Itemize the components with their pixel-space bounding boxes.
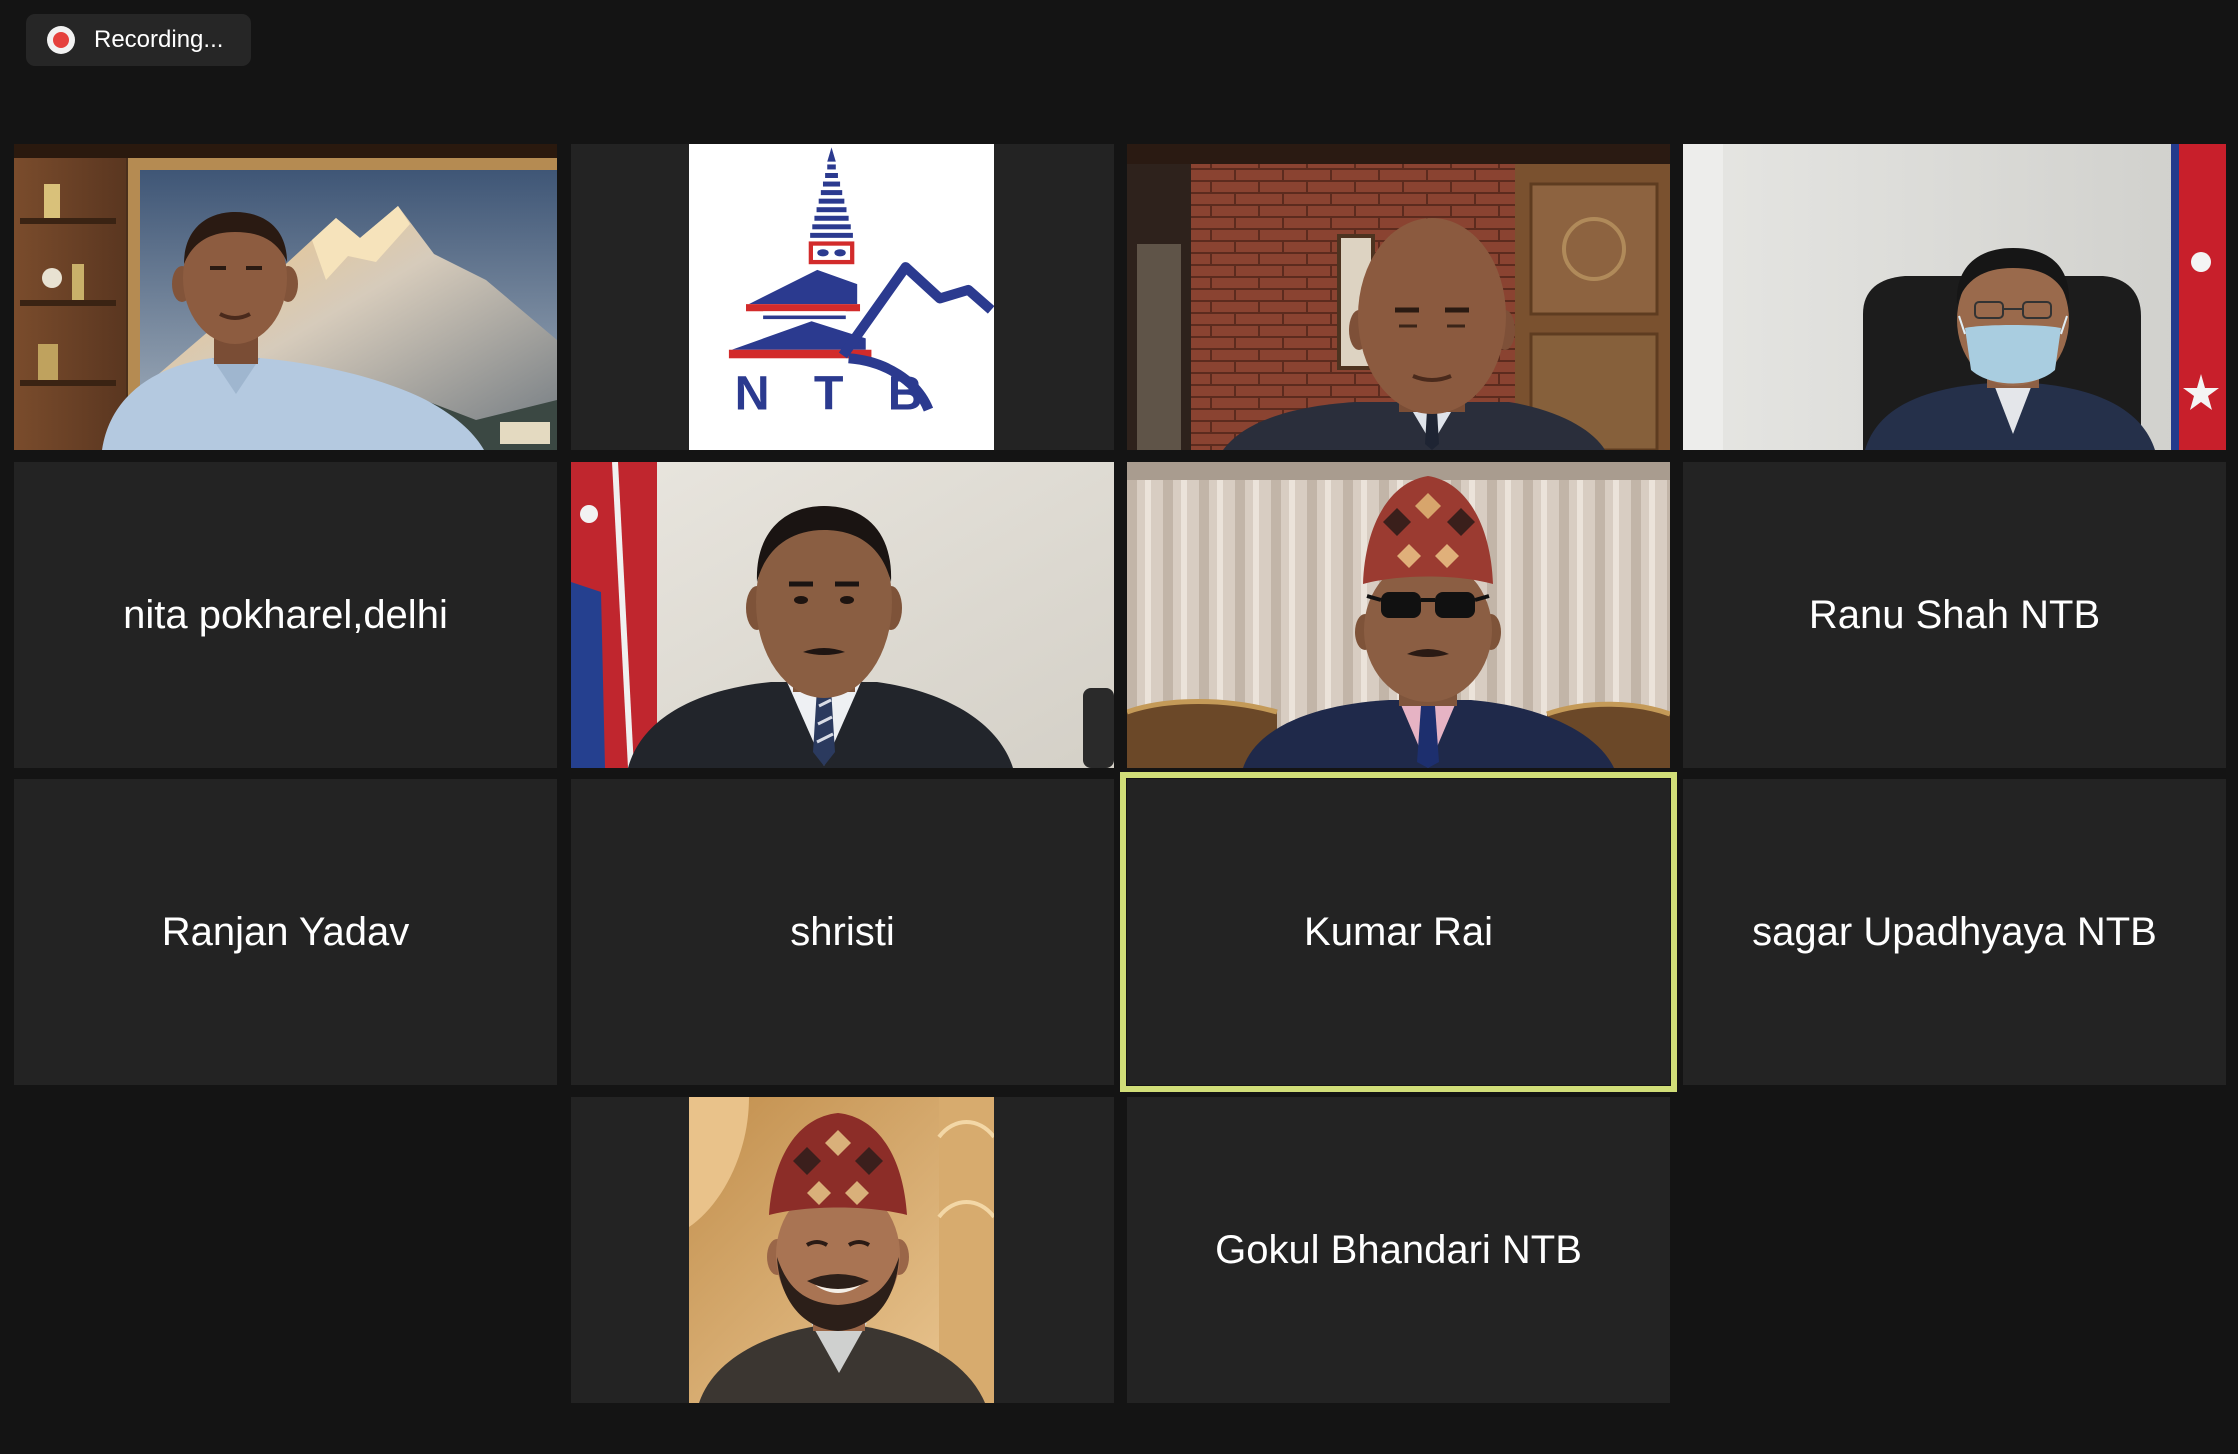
participant-name-tile[interactable]: Ranjan Yadav [14, 779, 557, 1085]
participant-video-tile[interactable] [1127, 462, 1670, 768]
participant-name: Ranjan Yadav [161, 909, 410, 954]
participant-name-tile[interactable]: shristi [571, 779, 1114, 1085]
stupa-icon [728, 147, 872, 359]
participant-name-tile[interactable]: Ranu Shah NTB [1683, 462, 2226, 768]
participant-video-feed [571, 462, 1114, 768]
participant-name: nita pokharel,delhi [123, 592, 448, 637]
participant-name: Ranu Shah NTB [1808, 592, 2101, 637]
nepal-flag [571, 462, 657, 768]
recording-indicator[interactable]: Recording... [26, 14, 251, 66]
participant-name: shristi [790, 909, 895, 954]
participant-video-tile[interactable] [14, 144, 557, 450]
participant-logo-tile[interactable]: NTB [571, 144, 1114, 450]
recording-icon [47, 26, 75, 54]
participant-name-tile[interactable]: nita pokharel,delhi [14, 462, 557, 768]
profile-photo-image [689, 1097, 994, 1403]
participant-name-tile[interactable]: sagar Upadhyaya NTB [1683, 779, 2226, 1085]
participant-video-tile[interactable] [1683, 144, 2226, 450]
participant-video-feed [1127, 144, 1670, 450]
profile-photo [689, 1097, 994, 1403]
participant-name-tile[interactable]: Kumar Rai [1120, 772, 1677, 1092]
participant-name: Kumar Rai [1304, 909, 1493, 954]
participant-video-feed [14, 144, 557, 450]
recording-indicator-dot [53, 32, 69, 48]
ntb-logo: NTB [689, 144, 994, 450]
participant-video-feed [1127, 462, 1670, 768]
participant-video-tile[interactable] [1127, 144, 1670, 450]
nepal-flag [2171, 144, 2226, 450]
participant-name-tile[interactable]: Gokul Bhandari NTB [1127, 1097, 1670, 1403]
participant-video-tile[interactable] [571, 462, 1114, 768]
participant-video-feed [1683, 144, 2226, 450]
wooden-cabinet [1515, 164, 1670, 450]
participant-name: sagar Upadhyaya NTB [1752, 909, 2157, 954]
logo-text: NTB [735, 367, 923, 421]
participant-avatar-tile[interactable] [571, 1097, 1114, 1403]
ntb-logo-graphic: NTB [728, 147, 994, 421]
recording-label: Recording... [94, 26, 224, 53]
participant-name: Gokul Bhandari NTB [1215, 1227, 1582, 1272]
